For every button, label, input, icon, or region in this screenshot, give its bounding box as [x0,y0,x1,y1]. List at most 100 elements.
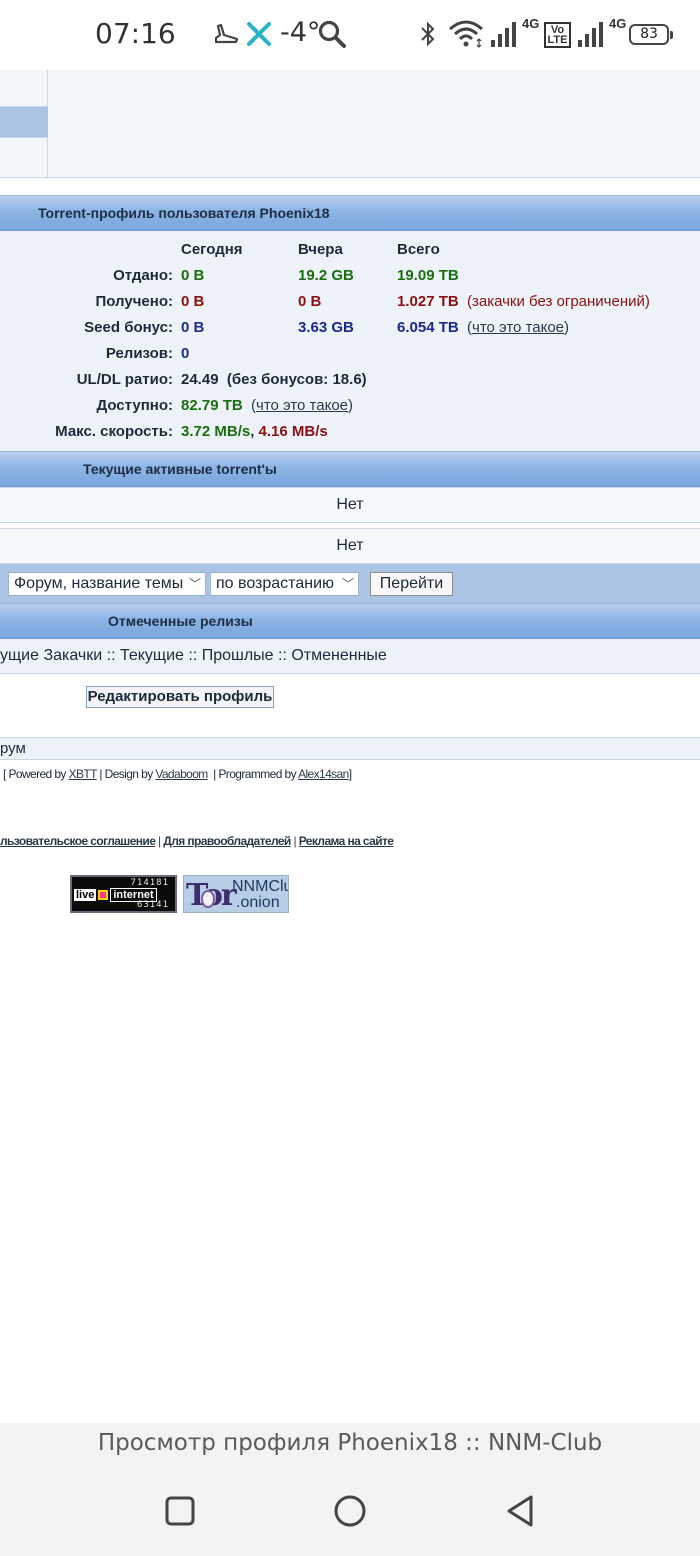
credits-text: ] [348,767,352,781]
stats-row-available: Доступно: 82.79 TB (что это такое) [0,393,700,419]
sort-order-select[interactable]: по возрастанию ﹀ [210,572,359,596]
circle-icon [334,1495,366,1527]
chevron-down-icon: ﹀ [188,577,201,591]
forum-breadcrumb[interactable]: рум [0,737,700,760]
liveinternet-counter-badge[interactable]: 714181 live internet 63141 [70,875,177,913]
profile-header: Torrent-профиль пользователя Phoenix18 [0,195,700,231]
stats-header-row: Сегодня Вчера Всего [0,237,700,263]
separator: | [293,834,296,848]
network-type-label: 4G [609,16,627,31]
col-total: Всего [397,241,440,258]
paren: ) [348,397,354,414]
left-selected-cell[interactable] [0,106,48,138]
col-today: Сегодня [181,241,243,258]
stats-label: Доступно: [96,397,173,414]
active-torrents-header: Текущие активные torrent'ы [0,451,700,487]
active-torrents-empty-row: Нет [0,528,700,564]
search-icon [317,18,347,50]
what-is-this-link[interactable]: что это такое [256,397,348,414]
credits-text: | Design by [99,767,153,781]
edit-profile-button[interactable]: Редактировать профиль [86,686,274,708]
chevron-down-icon: ﹀ [341,577,354,591]
footer-links: льзовательское соглашение | Для правообл… [0,834,394,848]
seed-bonus-total: 6.054 TB [397,319,459,336]
battery-icon: 83 [629,24,673,45]
tor-onion-badge[interactable]: Tor NNMClub .onion [183,875,289,913]
active-torrents-title: Текущие активные torrent'ы [83,461,277,477]
signal-icon [577,18,607,50]
signal-icon [490,18,520,50]
status-bar: 07:16 -4° 4G Vo LTE 4G 83 [0,0,700,70]
network-type-label: 4G [522,16,540,31]
back-button[interactable] [500,1491,540,1531]
left-column [0,70,48,178]
credits-text: | Programmed by [213,767,296,781]
available-value: 82.79 TB [181,397,243,414]
live-word: live [74,888,97,901]
releases-count: 0 [181,345,190,362]
paren: ) [564,319,570,336]
top-panel [0,70,700,178]
stats-label: UL/DL ратио: [76,371,173,388]
marked-releases-header: Отмеченные релизы [0,603,700,639]
profile-title: Torrent-профиль пользователя Phoenix18 [38,205,330,221]
temperature: -4° [280,17,321,48]
recent-apps-button[interactable] [160,1491,200,1531]
received-yesterday: 0 B [298,293,322,310]
stats-label: Получено: [95,293,173,310]
onion-icon [201,890,215,908]
copyright-holders-link[interactable]: Для правообладателей [163,834,291,848]
user-agreement-link[interactable]: льзовательское соглашение [0,834,156,848]
max-upload-speed: 3.72 MB/s [181,423,251,440]
stats-label: Отдано: [113,267,173,284]
xbtt-link[interactable]: XBTT [69,767,98,781]
given-today: 0 B [181,267,205,284]
stats-label: Seed бонус: [84,319,173,336]
ratio-number: 24.49 [181,371,219,388]
square-icon [165,1496,195,1526]
alex14san-link[interactable]: Alex14san [298,767,349,781]
seed-bonus-yesterday: 3.63 GB [298,319,354,336]
stats-row-seed-bonus: Seed бонус: 0 B 3.63 GB 6.054 TB (что эт… [0,315,700,341]
col-yesterday: Вчера [298,241,343,258]
stats-row-received: Получено: 0 B 0 B 1.027 TB (закачки без … [0,289,700,315]
separator: | [158,834,161,848]
tor-badge-line2: .onion [236,894,280,911]
stats-row-max-speed: Макс. скорость: 3.72 MB/s, 4.16 MB/s [0,419,700,445]
credits-line: [ Powered by XBTT | Design by Vadaboom |… [3,767,352,781]
x-app-icon [246,18,272,50]
release-filter-links[interactable]: ущие Закачки :: Текущие :: Прошлые :: От… [0,639,700,674]
what-is-this-link[interactable]: что это такое [472,319,564,336]
given-total: 19.09 TB [397,267,459,284]
triangle-back-icon [507,1495,533,1527]
stats-row-given: Отдано: 0 B 19.2 GB 19.09 TB [0,263,700,289]
clock: 07:16 [95,17,176,50]
seed-bonus-today: 0 B [181,319,205,336]
received-today: 0 B [181,293,205,310]
ratio-note: (без бонусов: 18.6) [226,371,367,388]
go-button[interactable]: Перейти [370,572,453,596]
vadaboom-link[interactable]: Vadaboom [155,767,208,781]
sort-order-value: по возрастанию [216,575,334,592]
page-title[interactable]: Просмотр профиля Phoenix18 :: NNM-Club [0,1430,700,1456]
stats-label: Релизов: [105,345,173,362]
wifi-icon [448,18,484,50]
received-note: (закачки без ограничений) [467,293,650,310]
stats-row-ratio: UL/DL ратио: 24.49 (без бонусов: 18.6) [0,367,700,393]
liveinternet-square-icon [98,889,109,900]
sneaker-icon [212,18,240,50]
volte-icon: Vo LTE [544,22,571,48]
advertising-link[interactable]: Реклама на сайте [299,834,394,848]
credits-text: [ Powered by [3,767,66,781]
home-button[interactable] [330,1491,370,1531]
counter-top: 714181 [130,878,169,888]
marked-releases-title: Отмеченные релизы [108,613,253,629]
given-yesterday: 19.2 GB [298,267,354,284]
counter-bottom: 63141 [136,900,169,910]
sort-bar: Форум, название темы ﹀ по возрастанию ﹀ … [0,564,700,604]
bluetooth-icon [418,18,438,50]
received-total: 1.027 TB [397,293,459,310]
seed-bonus-note: (что это такое) [467,315,569,341]
sort-field-select[interactable]: Форум, название темы ﹀ [8,572,206,596]
stats-label: Макс. скорость: [55,423,173,440]
